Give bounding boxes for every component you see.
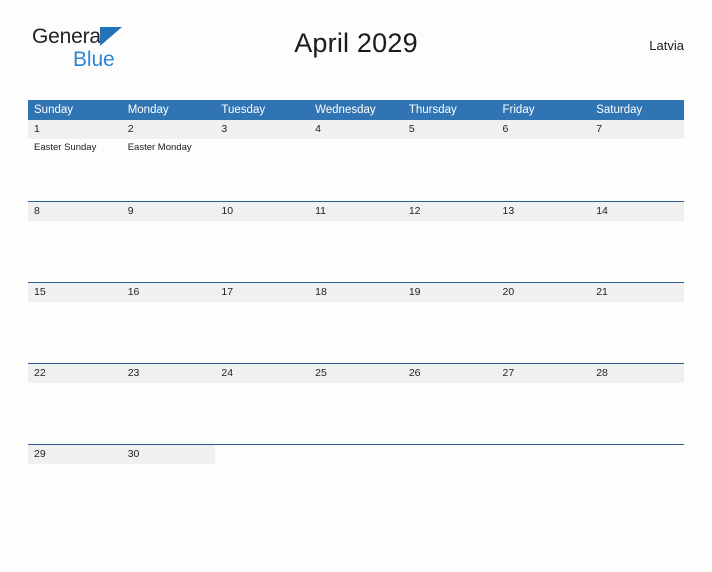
- day-number: [215, 445, 309, 464]
- day-number: [590, 445, 684, 464]
- calendar-day-cell[interactable]: 6: [496, 120, 591, 201]
- weekday-header-row: Sunday Monday Tuesday Wednesday Thursday…: [28, 100, 684, 120]
- calendar-day-cell[interactable]: 12: [402, 200, 497, 282]
- day-number: 4: [309, 120, 403, 139]
- day-number: 24: [215, 363, 310, 383]
- day-number: [497, 445, 591, 464]
- day-number: 8: [28, 201, 122, 221]
- calendar-day-cell[interactable]: 17: [215, 281, 310, 363]
- day-number: 28: [590, 363, 684, 383]
- calendar-day-cell[interactable]: 25: [309, 362, 403, 444]
- day-number: 22: [28, 363, 122, 383]
- day-number: 21: [590, 282, 684, 302]
- holiday-event: Easter Sunday: [34, 142, 97, 153]
- calendar-week-row: 15 16 17 18 19 20 21: [28, 281, 684, 363]
- holiday-event: Easter Monday: [127, 142, 192, 153]
- calendar-week-row: 1 Easter Sunday 2 Easter Monday 3 4 5 6 7: [28, 120, 684, 201]
- calendar-day-cell[interactable]: 26: [402, 362, 497, 444]
- calendar-day-cell[interactable]: 7: [590, 120, 684, 201]
- calendar-day-cell[interactable]: 10: [215, 200, 310, 282]
- day-events: Easter Sunday: [28, 139, 122, 154]
- day-number: 18: [309, 282, 403, 302]
- day-number: 13: [496, 201, 591, 221]
- calendar-day-cell[interactable]: 22: [28, 362, 122, 444]
- day-number: 15: [28, 282, 122, 302]
- calendar-day-cell[interactable]: 14: [590, 200, 684, 282]
- day-number: 29: [28, 444, 122, 464]
- weekday-header-saturday: Saturday: [590, 100, 684, 120]
- calendar-day-cell[interactable]: [496, 443, 591, 486]
- day-number: 30: [121, 444, 216, 464]
- calendar-day-cell[interactable]: 9: [121, 200, 216, 282]
- weekday-header-tuesday: Tuesday: [215, 100, 310, 120]
- calendar-day-cell[interactable]: 18: [309, 281, 403, 363]
- calendar-day-cell[interactable]: [215, 443, 310, 486]
- calendar-day-cell[interactable]: 30: [121, 443, 216, 486]
- day-number: 6: [496, 120, 591, 139]
- day-number: 26: [402, 363, 497, 383]
- day-number: 23: [121, 363, 216, 383]
- calendar-day-cell[interactable]: [309, 443, 403, 486]
- calendar-day-cell[interactable]: 11: [309, 200, 403, 282]
- page-title: April 2029: [294, 28, 418, 58]
- calendar-day-cell[interactable]: 23: [121, 362, 216, 444]
- weekday-header-monday: Monday: [121, 100, 216, 120]
- day-number: 12: [402, 201, 497, 221]
- day-number: 1: [28, 120, 122, 139]
- calendar-day-cell[interactable]: 27: [496, 362, 591, 444]
- calendar-day-cell[interactable]: 15: [28, 281, 122, 363]
- day-number: 3: [215, 120, 310, 139]
- weekday-header-thursday: Thursday: [402, 100, 497, 120]
- day-number: 27: [496, 363, 591, 383]
- calendar-day-cell[interactable]: 24: [215, 362, 310, 444]
- weekday-header-friday: Friday: [496, 100, 591, 120]
- day-number: 16: [121, 282, 216, 302]
- calendar-day-cell[interactable]: 13: [496, 200, 591, 282]
- page-header: General Blue April 2029 Latvia: [28, 22, 684, 78]
- calendar-page: General Blue April 2029 Latvia Sunday Mo…: [0, 22, 712, 572]
- calendar-day-cell[interactable]: 29: [28, 443, 122, 486]
- region-label: Latvia: [649, 38, 684, 53]
- day-number: 11: [309, 201, 403, 221]
- calendar-day-cell[interactable]: 3: [215, 120, 310, 201]
- calendar-day-cell[interactable]: 19: [402, 281, 497, 363]
- weekday-header-wednesday: Wednesday: [309, 100, 403, 120]
- day-number: 9: [121, 201, 216, 221]
- day-number: 17: [215, 282, 310, 302]
- day-number: 14: [590, 201, 684, 221]
- day-number: 25: [309, 363, 403, 383]
- calendar-week-row: 29 30: [28, 443, 684, 486]
- day-number: [403, 445, 497, 464]
- day-number: 5: [402, 120, 497, 139]
- calendar-day-cell[interactable]: 1 Easter Sunday: [28, 120, 122, 201]
- calendar-table: Sunday Monday Tuesday Wednesday Thursday…: [28, 100, 684, 486]
- day-number: 20: [496, 282, 591, 302]
- day-number: 2: [121, 120, 216, 139]
- calendar-day-cell[interactable]: 28: [590, 362, 684, 444]
- calendar-day-cell[interactable]: 20: [496, 281, 591, 363]
- calendar-day-cell[interactable]: 16: [121, 281, 216, 363]
- weekday-header-sunday: Sunday: [28, 100, 122, 120]
- calendar-day-cell[interactable]: [402, 443, 497, 486]
- day-number: 10: [215, 201, 310, 221]
- calendar-header-row: Sunday Monday Tuesday Wednesday Thursday…: [28, 100, 684, 120]
- day-number: 7: [590, 120, 684, 139]
- day-number: 19: [402, 282, 497, 302]
- day-events: Easter Monday: [122, 139, 216, 154]
- calendar-day-cell[interactable]: 5: [402, 120, 497, 201]
- calendar-day-cell[interactable]: [590, 443, 684, 486]
- calendar-week-row: 8 9 10 11 12 13 14: [28, 200, 684, 282]
- calendar-day-cell[interactable]: 21: [590, 281, 684, 363]
- calendar-body: 1 Easter Sunday 2 Easter Monday 3 4 5 6 7 8 9 10 11 1…: [28, 120, 684, 486]
- calendar-day-cell[interactable]: 2 Easter Monday: [121, 120, 216, 201]
- calendar-week-row: 22 23 24 25 26 27 28: [28, 362, 684, 444]
- day-number: [309, 445, 403, 464]
- calendar-day-cell[interactable]: 4: [309, 120, 403, 201]
- calendar-day-cell[interactable]: 8: [28, 200, 122, 282]
